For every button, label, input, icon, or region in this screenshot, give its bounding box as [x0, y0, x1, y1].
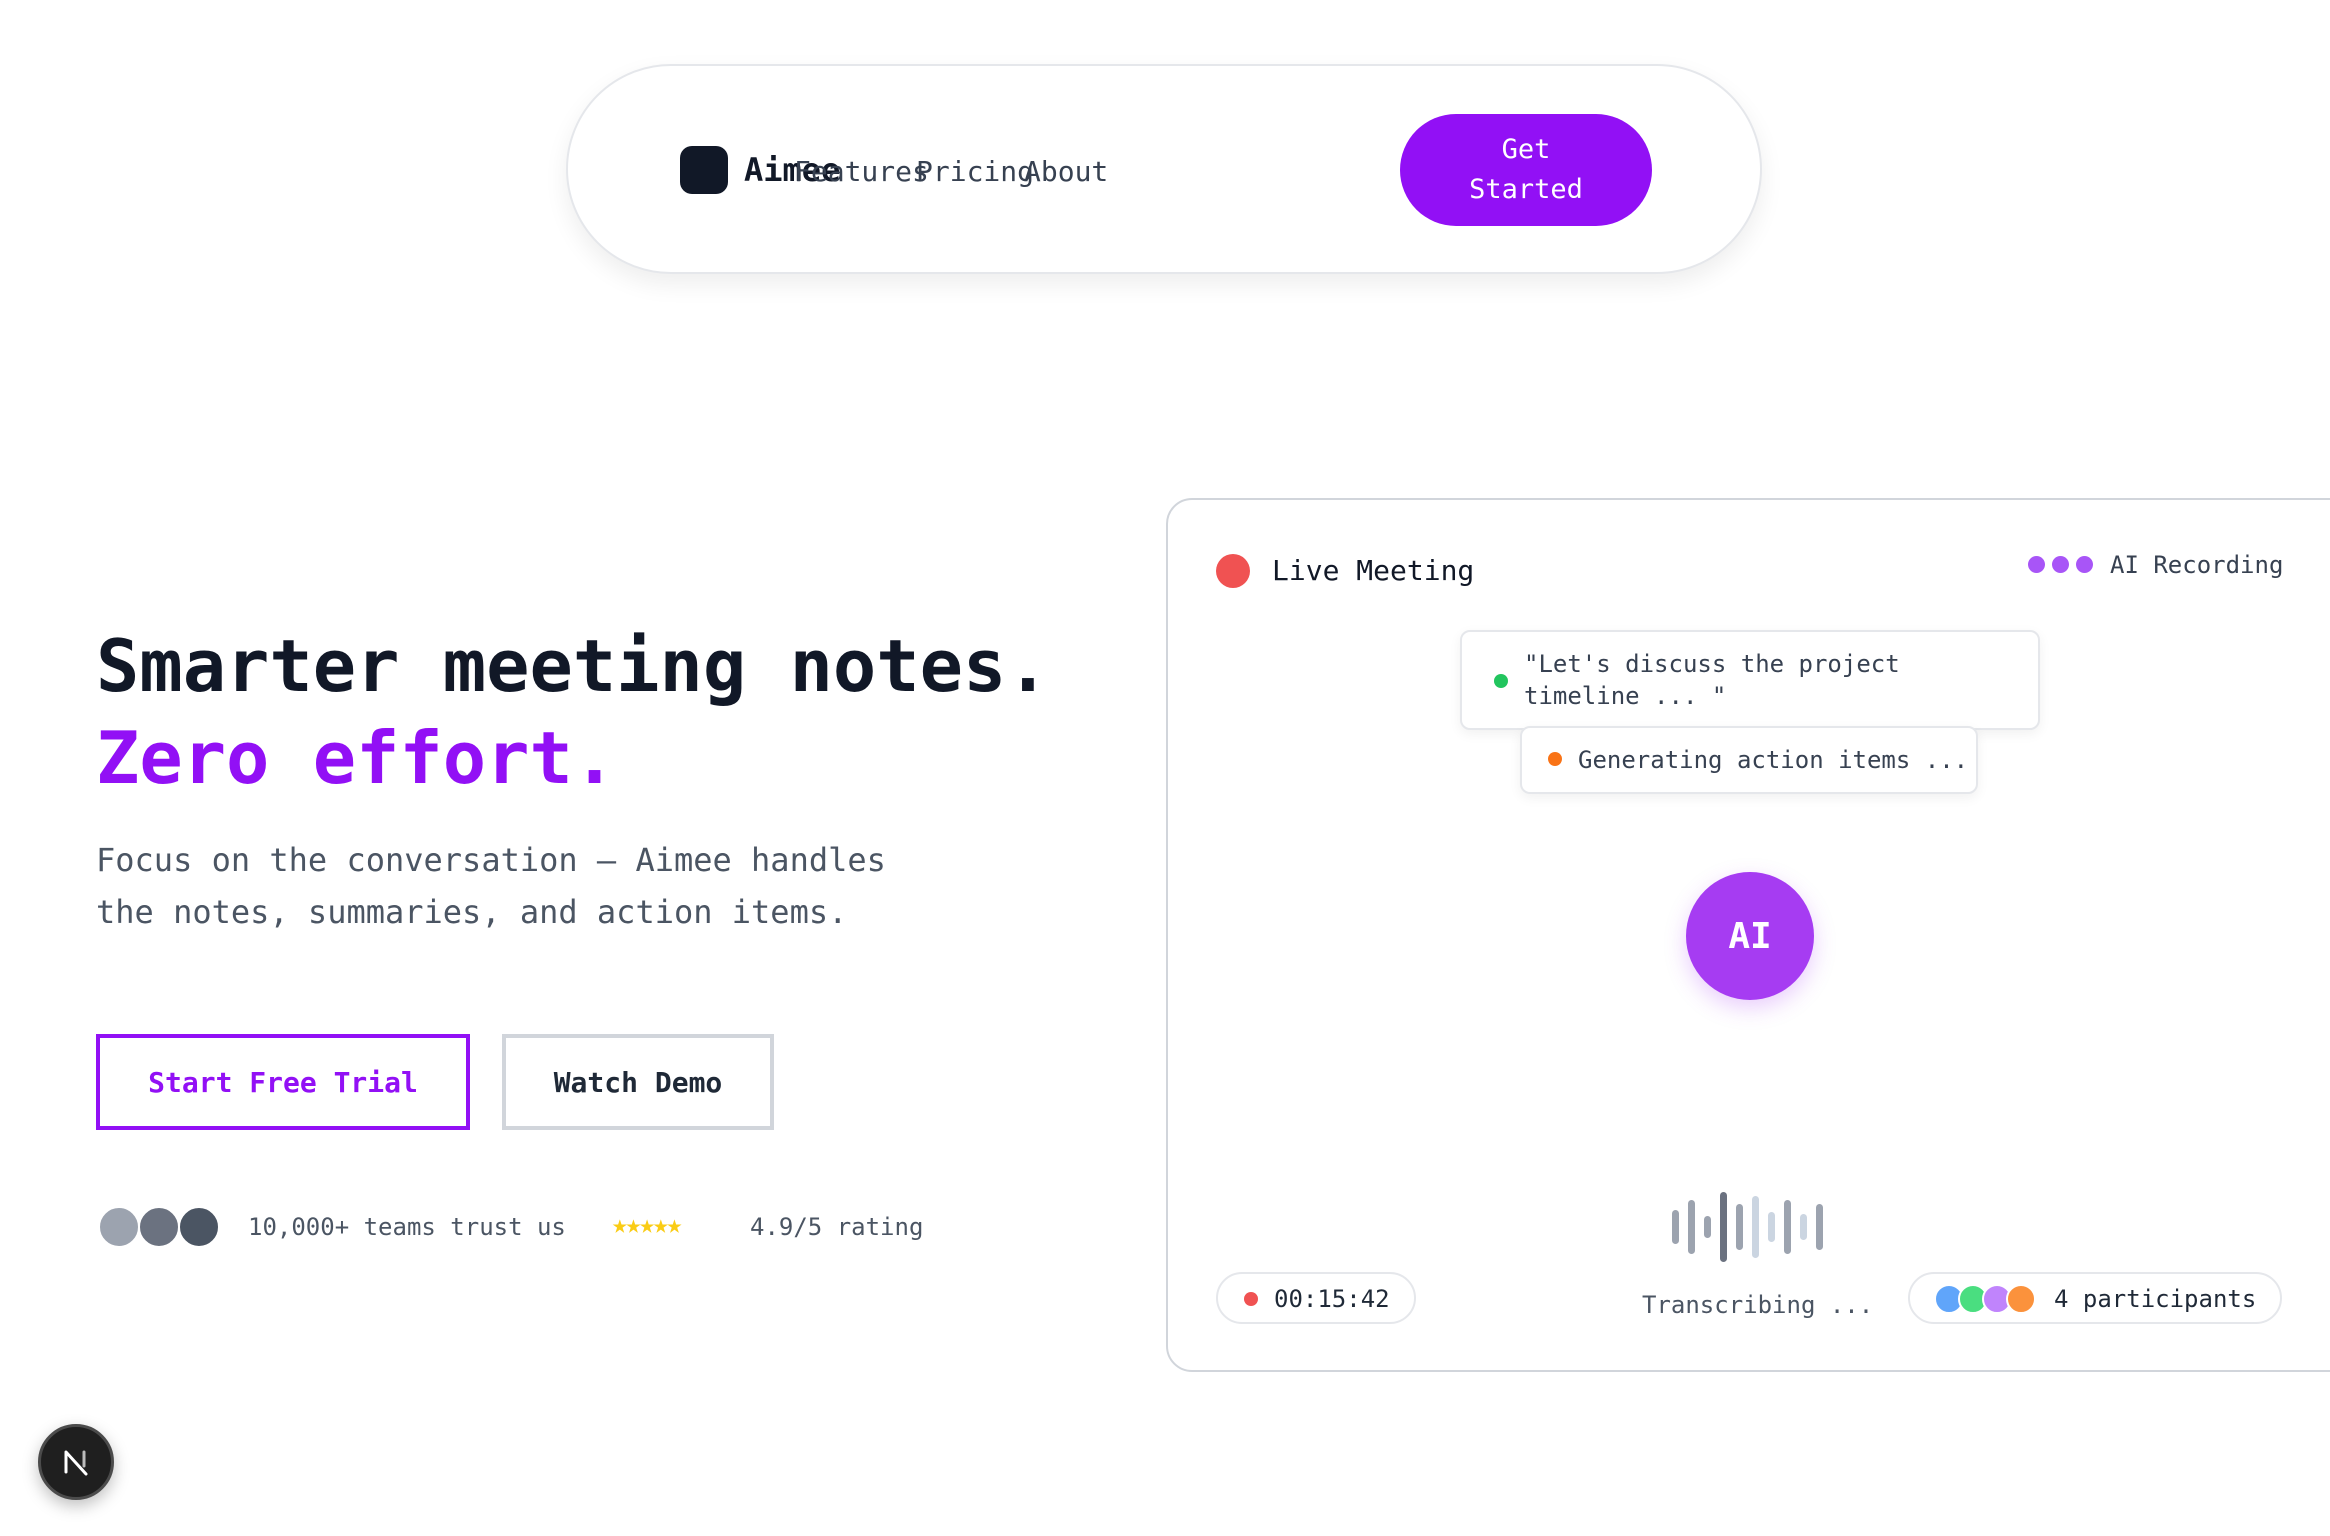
recording-dot-icon	[1244, 1292, 1258, 1306]
live-dot-icon	[1216, 554, 1250, 588]
transcript-bubble: "Let's discuss the project timeline ... …	[1460, 630, 2040, 730]
meeting-timer: 00:15:42	[1274, 1285, 1390, 1313]
live-meeting-title: Live Meeting	[1272, 554, 1475, 587]
nav-link-about[interactable]: About	[1024, 152, 1108, 192]
rating-text: 4.9/5 rating	[750, 1213, 924, 1241]
status-dot-icon	[1548, 752, 1562, 766]
live-meeting-card: Live Meeting AI Recording "Let's discuss…	[1166, 498, 2330, 1372]
ai-orb-label: AI	[1728, 915, 1772, 957]
hero-title: Smarter meeting notes. Zero effort.	[96, 620, 1050, 804]
avatar	[98, 1206, 140, 1248]
customer-avatars	[98, 1206, 222, 1248]
transcript-text: "Let's discuss the project timeline ... …	[1524, 650, 1900, 710]
logo-mark-icon[interactable]	[680, 146, 728, 194]
nav-link-pricing[interactable]: Pricing	[916, 152, 1034, 192]
avatar	[138, 1206, 180, 1248]
participants-pill: 4 participants	[1908, 1272, 2282, 1324]
rating-stars-icon: ★★★★★	[612, 1210, 682, 1240]
hero-title-line-2: Zero effort.	[96, 716, 617, 800]
audio-waveform-icon	[1672, 1192, 1832, 1262]
timer-pill: 00:15:42	[1216, 1272, 1416, 1324]
avatar	[2006, 1284, 2036, 1314]
action-items-bubble: Generating action items ...	[1520, 726, 1978, 794]
hero-title-line-1: Smarter meeting notes.	[96, 624, 1050, 708]
status-dot-icon	[1494, 674, 1508, 688]
watch-demo-button[interactable]: Watch Demo	[502, 1034, 774, 1130]
nextjs-glyph-icon	[64, 1450, 88, 1476]
trust-text: 10,000+ teams trust us	[248, 1213, 566, 1241]
top-nav: Aimee Features Pricing About Get Started	[566, 64, 1762, 274]
start-free-trial-button[interactable]: Start Free Trial	[96, 1034, 470, 1130]
transcribing-status: Transcribing ...	[1642, 1291, 1874, 1319]
ai-recording-label: AI Recording	[2110, 551, 2284, 579]
avatar	[178, 1206, 220, 1248]
action-items-text: Generating action items ...	[1578, 746, 1969, 774]
get-started-button[interactable]: Get Started	[1400, 114, 1652, 226]
ai-orb: AI	[1686, 872, 1814, 1000]
recording-dots-icon	[2028, 556, 2098, 574]
nextjs-icon[interactable]	[38, 1424, 114, 1500]
participants-count: 4 participants	[2054, 1285, 2257, 1313]
nav-link-features[interactable]: Features	[794, 152, 929, 192]
hero-subtitle: Focus on the conversation — Aimee handle…	[96, 841, 886, 931]
